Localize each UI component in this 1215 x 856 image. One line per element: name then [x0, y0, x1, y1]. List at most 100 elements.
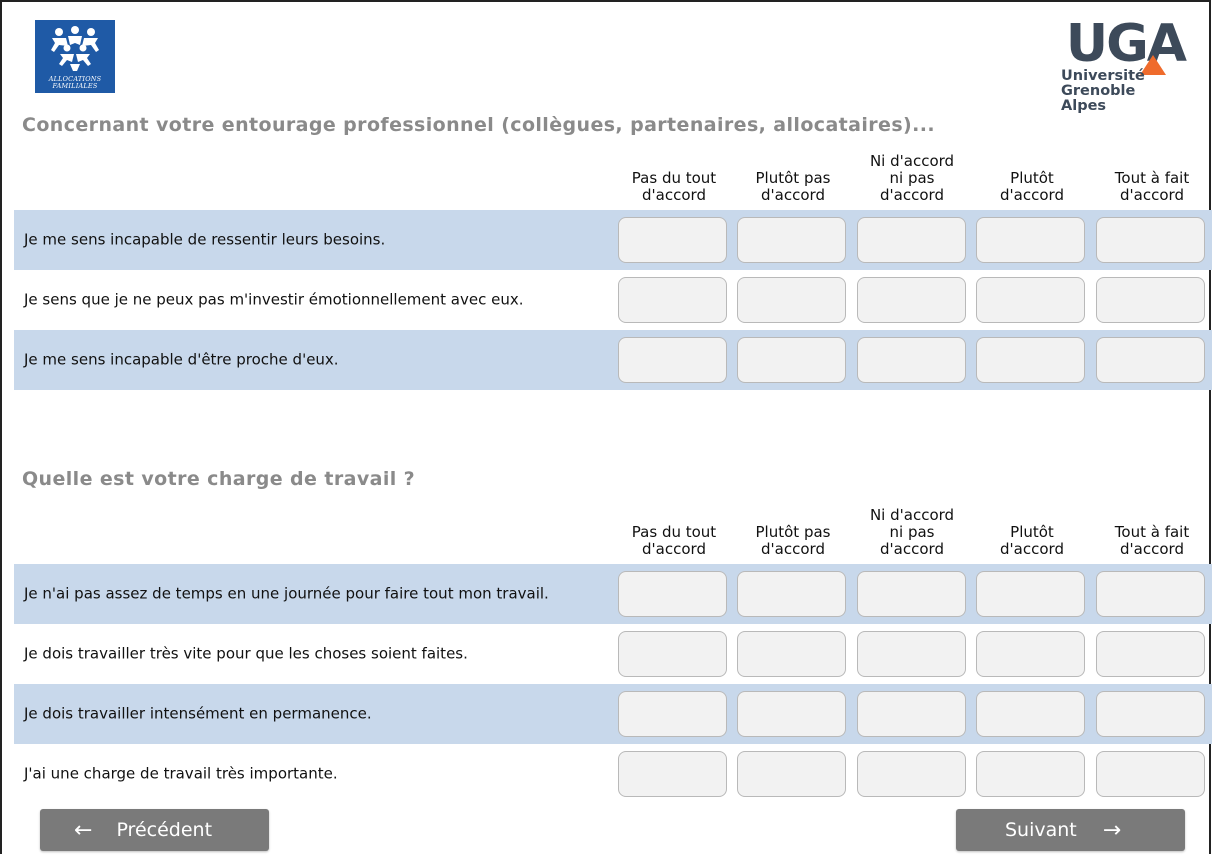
- answer-option-5[interactable]: [1096, 691, 1205, 737]
- uga-logo: UGA Université Grenoble Alpes: [1045, 18, 1187, 114]
- answer-option-3[interactable]: [857, 571, 966, 617]
- answer-option-3[interactable]: [857, 751, 966, 797]
- scale-header-line: d'accord: [1000, 186, 1064, 204]
- answer-option-5[interactable]: [1096, 277, 1205, 323]
- scale-header-line: d'accord: [880, 186, 944, 204]
- answer-option-2[interactable]: [737, 277, 846, 323]
- scale-header-label: Tout à fait d'accord: [1093, 524, 1211, 558]
- question-row: Je dois travailler très vite pour que le…: [14, 624, 1212, 684]
- scale-header-line: Pas du tout: [631, 523, 717, 541]
- answer-option-4[interactable]: [976, 217, 1085, 263]
- scale-header-line: Pas du tout: [631, 169, 717, 187]
- scale-header-label: Pas du tout d'accord: [615, 170, 733, 204]
- scale-header-label: Tout à fait d'accord: [1093, 170, 1211, 204]
- answer-option-3[interactable]: [857, 217, 966, 263]
- answer-option-4[interactable]: [976, 691, 1085, 737]
- uga-logo-line2: Grenoble Alpes: [1061, 83, 1136, 114]
- answer-option-1[interactable]: [618, 631, 727, 677]
- arrow-left-icon: ←: [74, 817, 93, 843]
- scale-header-label: Plutôt d'accord: [973, 170, 1091, 204]
- question-label: Je dois travailler très vite pour que le…: [24, 644, 468, 663]
- question-row: Je sens que je ne peux pas m'investir ém…: [14, 270, 1212, 330]
- scale-header-line: d'accord: [880, 540, 944, 558]
- question-row: Je n'ai pas assez de temps en une journé…: [14, 564, 1212, 624]
- uga-logo-subtitle: Université Grenoble Alpes: [1061, 69, 1185, 114]
- scale-header-label: Plutôt d'accord: [973, 524, 1091, 558]
- scale-header-line: ni pas: [889, 523, 935, 541]
- answer-option-4[interactable]: [976, 277, 1085, 323]
- scale-header-label: Ni d'accord ni pas d'accord: [853, 153, 971, 204]
- section-title: Quelle est votre charge de travail ?: [22, 468, 416, 490]
- scale-header-line: d'accord: [1120, 540, 1184, 558]
- scale-header-line: Ni d'accord: [869, 506, 955, 524]
- scale-header-label: Plutôt pas d'accord: [734, 170, 852, 204]
- answer-option-4[interactable]: [976, 337, 1085, 383]
- answer-option-5[interactable]: [1096, 751, 1205, 797]
- answer-option-3[interactable]: [857, 337, 966, 383]
- scale-header-line: Plutôt: [1010, 523, 1054, 541]
- question-row: J'ai une charge de travail très importan…: [14, 744, 1212, 804]
- answer-option-3[interactable]: [857, 631, 966, 677]
- scale-header-line: d'accord: [1120, 186, 1184, 204]
- answer-option-1[interactable]: [618, 337, 727, 383]
- answer-option-5[interactable]: [1096, 571, 1205, 617]
- answer-option-2[interactable]: [737, 217, 846, 263]
- answer-option-1[interactable]: [618, 277, 727, 323]
- caf-logo-line2: FAMILIALES: [52, 82, 98, 90]
- scale-header-line: Plutôt pas: [755, 169, 831, 187]
- answer-option-4[interactable]: [976, 751, 1085, 797]
- scale-header-line: ni pas: [889, 169, 935, 187]
- scale-header-line: d'accord: [642, 540, 706, 558]
- section-title: Concernant votre entourage professionnel…: [22, 114, 935, 136]
- family-figures-icon: [51, 26, 99, 71]
- scale-header: Pas du tout d'accord Plutôt pas d'accord Ni …: [614, 144, 1207, 204]
- question-label: Je me sens incapable de ressentir leurs …: [24, 230, 386, 249]
- answer-option-1[interactable]: [618, 217, 727, 263]
- question-row: Je dois travailler intensément en perman…: [14, 684, 1212, 744]
- answer-option-2[interactable]: [737, 751, 846, 797]
- scale-header-line: d'accord: [761, 186, 825, 204]
- scale-header-label: Pas du tout d'accord: [615, 524, 733, 558]
- answer-option-3[interactable]: [857, 277, 966, 323]
- scale-header-line: Tout à fait: [1114, 169, 1190, 187]
- arrow-right-icon: →: [1102, 817, 1122, 843]
- answer-option-5[interactable]: [1096, 631, 1205, 677]
- previous-button-label: Précédent: [116, 819, 213, 841]
- uga-logo-line1: Université: [1061, 68, 1145, 84]
- question-label: Je me sens incapable d'être proche d'eux…: [24, 350, 339, 369]
- answer-option-5[interactable]: [1096, 337, 1205, 383]
- question-label: Je n'ai pas assez de temps en une journé…: [24, 584, 549, 603]
- answer-option-2[interactable]: [737, 337, 846, 383]
- scale-header-line: Plutôt pas: [755, 523, 831, 541]
- question-label: Je sens que je ne peux pas m'investir ém…: [24, 290, 524, 309]
- answer-option-1[interactable]: [618, 751, 727, 797]
- answer-option-4[interactable]: [976, 571, 1085, 617]
- answer-option-2[interactable]: [737, 631, 846, 677]
- scale-header-line: d'accord: [1000, 540, 1064, 558]
- answer-option-1[interactable]: [618, 691, 727, 737]
- scale-header-line: Plutôt: [1010, 169, 1054, 187]
- next-button[interactable]: Suivant →: [956, 809, 1185, 851]
- question-row: Je me sens incapable de ressentir leurs …: [14, 210, 1212, 270]
- answer-option-4[interactable]: [976, 631, 1085, 677]
- scale-header-line: d'accord: [642, 186, 706, 204]
- scale-header: Pas du tout d'accord Plutôt pas d'accord Ni …: [614, 498, 1207, 558]
- scale-header-line: d'accord: [761, 540, 825, 558]
- uga-logo-text: UGA: [1065, 14, 1187, 74]
- answer-option-2[interactable]: [737, 571, 846, 617]
- answer-option-5[interactable]: [1096, 217, 1205, 263]
- next-button-label: Suivant: [1005, 819, 1077, 841]
- answer-option-3[interactable]: [857, 691, 966, 737]
- previous-button[interactable]: ← Précédent: [40, 809, 269, 851]
- question-label: Je dois travailler intensément en perman…: [24, 704, 372, 723]
- survey-page: ALLOCATIONS FAMILIALES UGA Université Gr…: [0, 0, 1212, 854]
- scale-header-line: Ni d'accord: [869, 152, 955, 170]
- scale-header-line: Tout à fait: [1114, 523, 1190, 541]
- answer-option-1[interactable]: [618, 571, 727, 617]
- scale-header-label: Ni d'accord ni pas d'accord: [853, 507, 971, 558]
- answer-option-2[interactable]: [737, 691, 846, 737]
- question-row: Je me sens incapable d'être proche d'eux…: [14, 330, 1212, 390]
- uga-logo-letters: UGA: [1066, 18, 1187, 70]
- question-label: J'ai une charge de travail très importan…: [24, 764, 338, 783]
- scale-header-label: Plutôt pas d'accord: [734, 524, 852, 558]
